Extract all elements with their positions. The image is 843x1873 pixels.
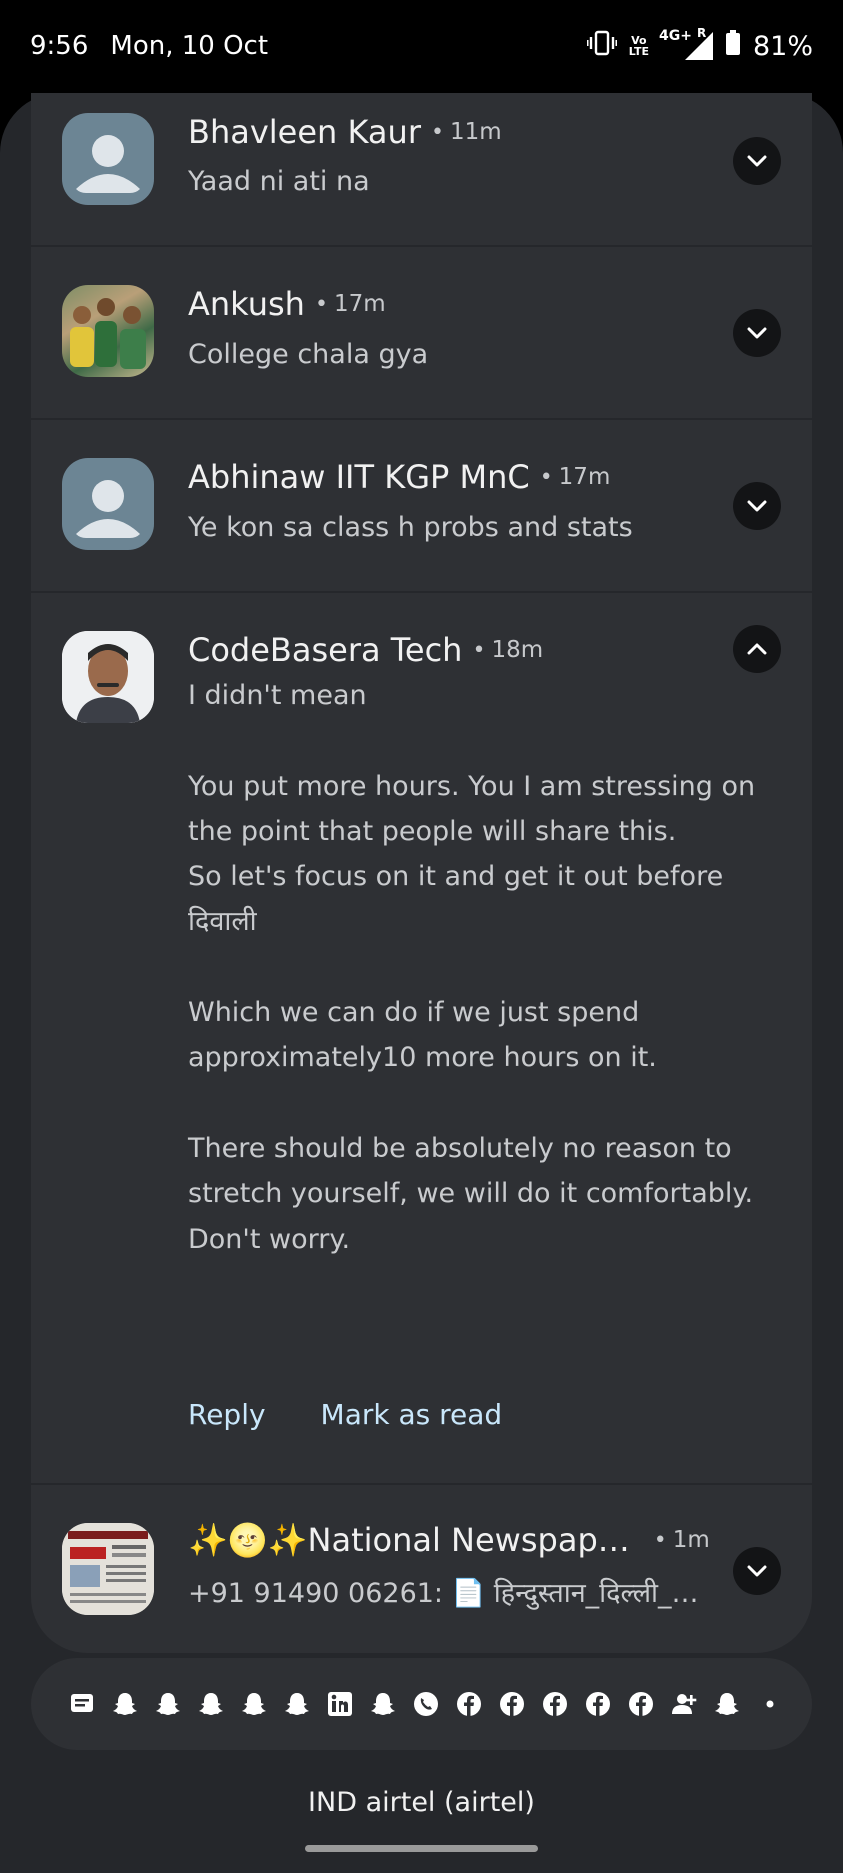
notification-codebasera-tech[interactable]: CodeBasera Tech • 18m I didn't mean You … bbox=[31, 593, 812, 1485]
chevron-down-icon bbox=[747, 327, 767, 339]
notification-header: Ankush • 17m bbox=[188, 285, 732, 323]
sender-name: Bhavleen Kaur bbox=[188, 113, 421, 151]
notification-bhavleen-kaur[interactable]: Bhavleen Kaur • 11m Yaad ni ati na bbox=[31, 93, 812, 247]
messages-icon bbox=[66, 1688, 98, 1720]
separator-dot: • bbox=[430, 119, 444, 145]
separator-dot: • bbox=[539, 464, 553, 490]
mark-as-read-button[interactable]: Mark as read bbox=[321, 1398, 503, 1431]
notification-panel: Bhavleen Kaur • 11m Yaad ni ati na Ankus… bbox=[31, 93, 812, 1653]
timestamp: 1m bbox=[672, 1527, 710, 1553]
network-type: 4G+ bbox=[658, 28, 692, 44]
message-preview: +91 91490 06261: 📄 हिन्दुस्तान_दिल्ली_… bbox=[188, 1578, 699, 1609]
timestamp: 11m bbox=[449, 119, 502, 145]
notification-header: CodeBasera Tech • 18m bbox=[188, 631, 732, 669]
gesture-navigation-bar[interactable] bbox=[305, 1845, 538, 1852]
add-contact-icon bbox=[668, 1688, 700, 1720]
facebook-icon bbox=[625, 1688, 657, 1720]
sender-name: ✨🌝✨National Newspap… bbox=[188, 1521, 630, 1559]
notification-actions: Reply Mark as read bbox=[188, 1398, 502, 1431]
sender-name: Abhinaw IIT KGP MnC bbox=[188, 458, 530, 496]
vibrate-icon bbox=[586, 30, 618, 62]
facebook-icon bbox=[453, 1688, 485, 1720]
expand-button[interactable] bbox=[733, 1547, 781, 1595]
volte-icon: Vo LTE bbox=[628, 34, 649, 58]
whatsapp-icon bbox=[410, 1688, 442, 1720]
message-preview: College chala gya bbox=[188, 339, 429, 370]
portrait-photo-avatar bbox=[62, 631, 154, 723]
linkedin-icon bbox=[324, 1688, 356, 1720]
separator-dot: • bbox=[472, 637, 486, 663]
status-bar: 9:56 Mon, 10 Oct Vo LTE 4G+ R 81% bbox=[0, 0, 843, 92]
clock: 9:56 bbox=[30, 31, 89, 61]
snapchat-icon bbox=[711, 1688, 743, 1720]
sender-name: CodeBasera Tech bbox=[188, 631, 463, 669]
snapchat-icon bbox=[195, 1688, 227, 1720]
roaming-indicator: R bbox=[696, 26, 707, 40]
group-photo-avatar bbox=[62, 285, 154, 377]
status-left: 9:56 Mon, 10 Oct bbox=[30, 31, 268, 61]
separator-dot: • bbox=[314, 291, 328, 317]
notification-icon-tray[interactable] bbox=[31, 1658, 812, 1750]
chevron-down-icon bbox=[747, 500, 767, 512]
separator-dot: • bbox=[653, 1527, 667, 1553]
battery-percent: 81% bbox=[752, 30, 813, 62]
snapchat-icon bbox=[109, 1688, 141, 1720]
message-preview: Yaad ni ati na bbox=[188, 166, 370, 197]
message-preview: Ye kon sa class h probs and stats bbox=[188, 512, 633, 543]
newspaper-thumbnail-avatar bbox=[62, 1523, 154, 1615]
date: Mon, 10 Oct bbox=[110, 31, 269, 61]
default-avatar bbox=[62, 458, 154, 550]
reply-button[interactable]: Reply bbox=[188, 1398, 266, 1431]
chevron-down-icon bbox=[747, 155, 767, 167]
chevron-up-icon bbox=[747, 643, 767, 655]
expand-button[interactable] bbox=[733, 482, 781, 530]
battery-icon bbox=[725, 30, 741, 62]
notification-national-newspaper[interactable]: ✨🌝✨National Newspap… • 1m +91 91490 0626… bbox=[31, 1485, 812, 1653]
expand-button[interactable] bbox=[733, 137, 781, 185]
expand-button[interactable] bbox=[733, 309, 781, 357]
notification-header: Abhinaw IIT KGP MnC • 17m bbox=[188, 458, 732, 496]
chevron-down-icon bbox=[747, 1565, 767, 1577]
timestamp: 17m bbox=[333, 291, 386, 317]
more-dot-icon bbox=[754, 1688, 786, 1720]
snapchat-icon bbox=[152, 1688, 184, 1720]
collapse-button[interactable] bbox=[733, 625, 781, 673]
timestamp: 17m bbox=[558, 464, 611, 490]
facebook-icon bbox=[582, 1688, 614, 1720]
status-right: Vo LTE 4G+ R 81% bbox=[586, 26, 813, 62]
message-body: I didn't mean You put more hours. You I … bbox=[188, 680, 756, 1255]
timestamp: 18m bbox=[491, 637, 544, 663]
facebook-icon bbox=[539, 1688, 571, 1720]
facebook-icon bbox=[496, 1688, 528, 1720]
notification-header: ✨🌝✨National Newspap… • 1m bbox=[188, 1521, 732, 1559]
notification-ankush[interactable]: Ankush • 17m College chala gya bbox=[31, 247, 812, 420]
snapchat-icon bbox=[238, 1688, 270, 1720]
default-avatar bbox=[62, 113, 154, 205]
snapchat-icon bbox=[281, 1688, 313, 1720]
notification-header: Bhavleen Kaur • 11m bbox=[188, 113, 732, 151]
sender-name: Ankush bbox=[188, 285, 305, 323]
snapchat-icon bbox=[367, 1688, 399, 1720]
notification-abhinaw[interactable]: Abhinaw IIT KGP MnC • 17m Ye kon sa clas… bbox=[31, 420, 812, 593]
carrier-label: IND airtel (airtel) bbox=[308, 1787, 535, 1818]
signal-icon: 4G+ R bbox=[659, 26, 713, 60]
